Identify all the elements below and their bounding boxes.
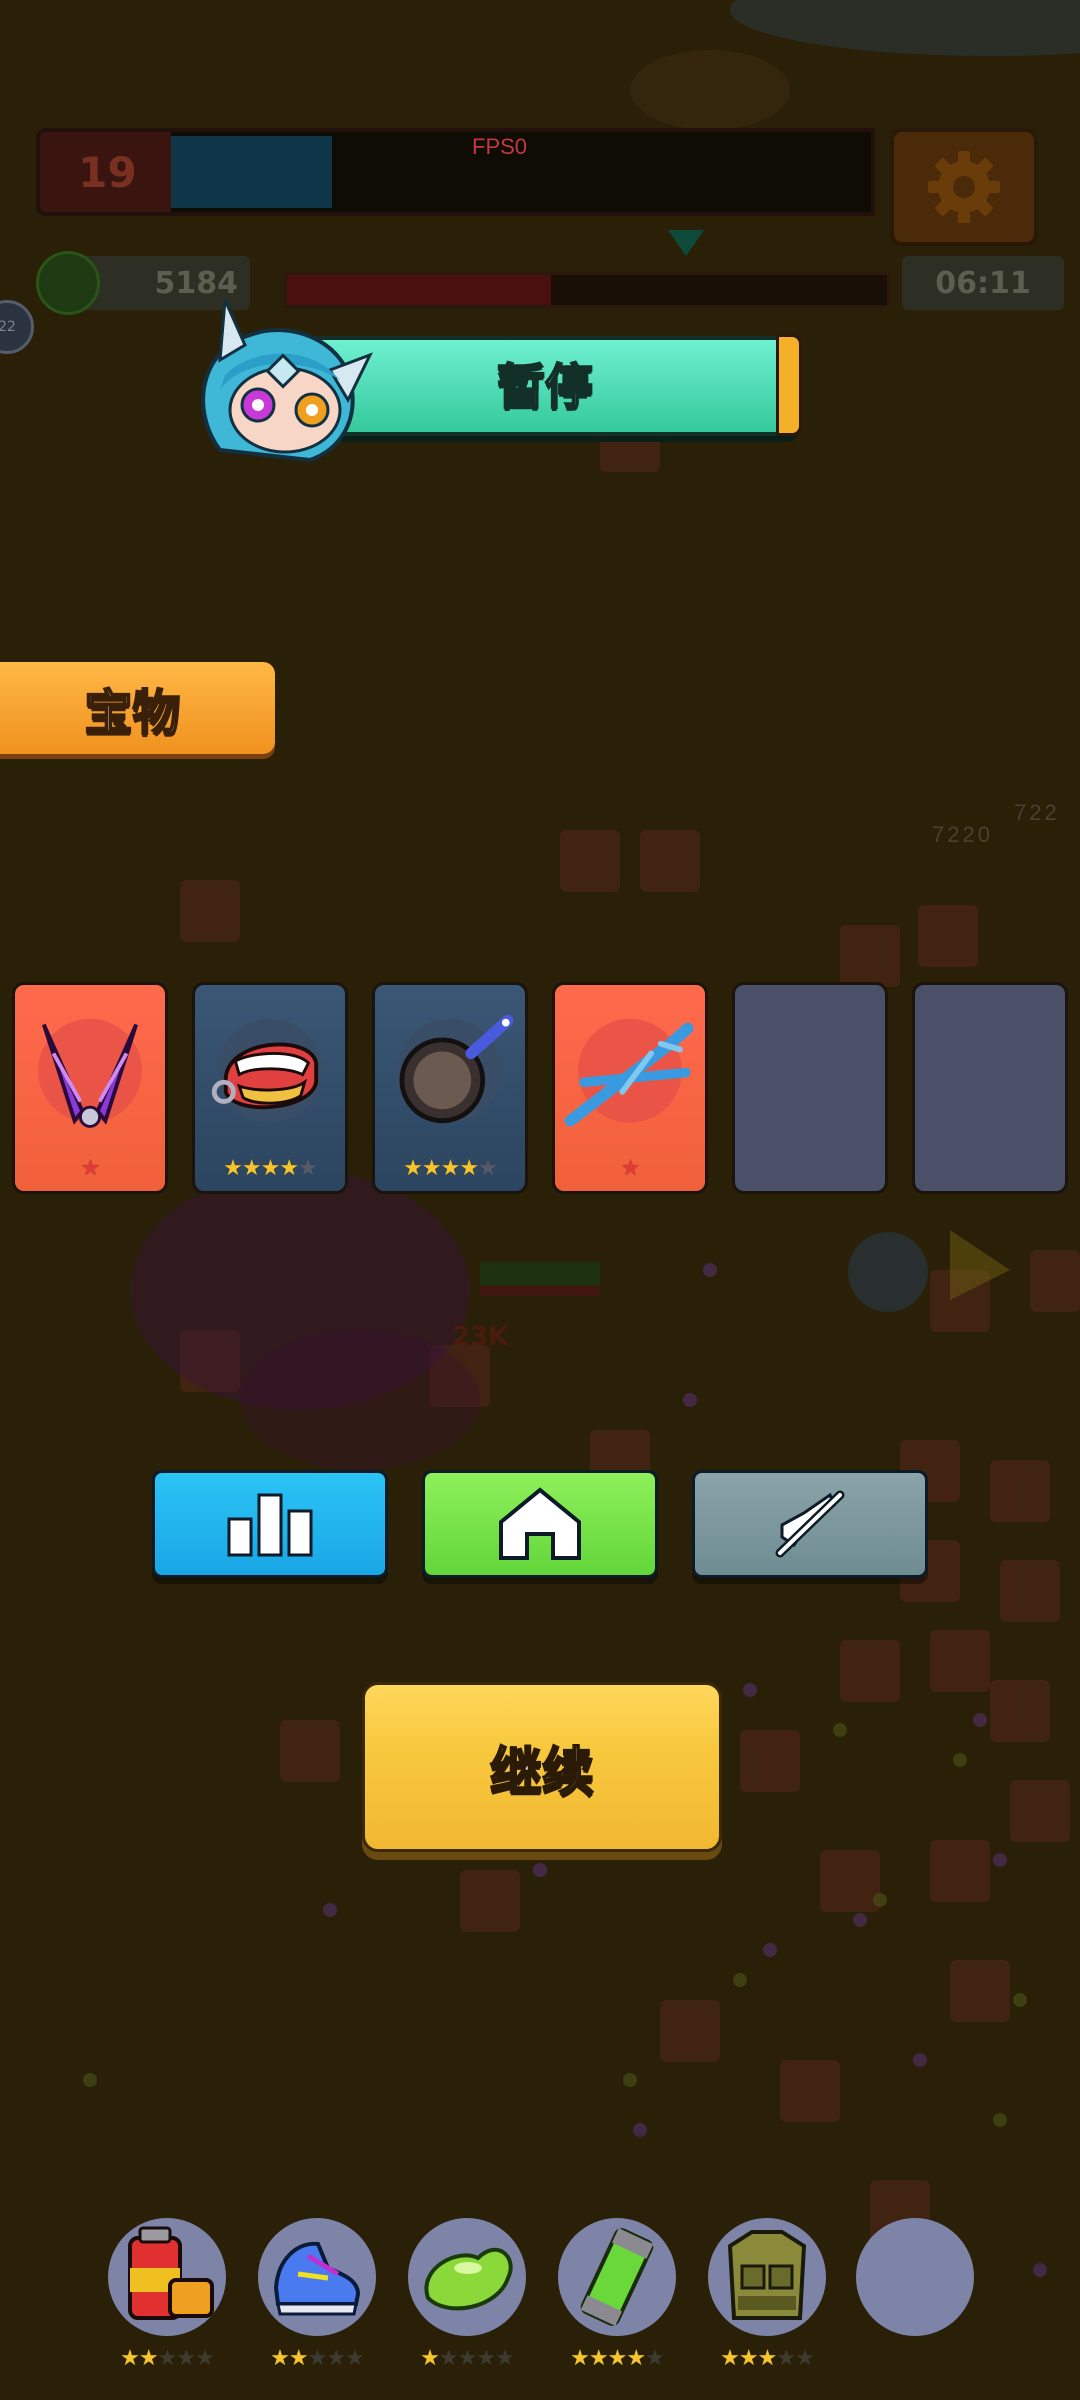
floating-damage: 23K (452, 1322, 509, 1352)
star-icon: ★ (223, 1156, 243, 1181)
muted-icon (775, 1490, 845, 1558)
star-icon: ★ (120, 2346, 140, 2371)
treasure-card[interactable]: ★ (552, 982, 708, 1194)
equipment-stars: ★★★★★ (102, 2346, 232, 2371)
star-icon: ★ (620, 1156, 641, 1181)
star-icon: ★ (738, 2346, 759, 2371)
star-icon: ★ (176, 2346, 196, 2371)
progress-marker-icon (668, 230, 704, 256)
star-icon: ★ (421, 1156, 442, 1181)
equipment-stars: ★★★★★ (252, 2346, 382, 2371)
star-icon: ★ (459, 1156, 479, 1181)
star-icon: ★ (626, 2346, 646, 2371)
home-icon (499, 1487, 581, 1560)
treasure-card[interactable]: ★ (12, 982, 168, 1194)
star-icon: ★ (478, 1156, 498, 1181)
star-icon: ★ (570, 2346, 590, 2371)
treasure-card[interactable]: ★★★★★ (372, 982, 528, 1194)
stats-button[interactable] (152, 1470, 388, 1578)
star-icon: ★ (326, 2346, 346, 2371)
star-icon: ★ (307, 2346, 328, 2371)
card-stars: ★★★★★ (375, 1156, 525, 1181)
card-stars: ★★★★★ (195, 1156, 345, 1181)
star-icon: ★ (279, 1156, 299, 1181)
continue-button[interactable]: 继续 (362, 1682, 722, 1852)
star-icon: ★ (607, 2346, 628, 2371)
empty-equipment-slot (856, 2218, 974, 2336)
tactical-vest-icon[interactable] (708, 2218, 826, 2336)
game-scene: 7220 722 23K 19 FPS0 5184 06:11 22 暂停 宝物… (0, 0, 1080, 2400)
star-icon: ★ (80, 1156, 101, 1181)
star-icon: ★ (260, 1156, 281, 1181)
star-icon: ★ (195, 2346, 215, 2371)
star-icon: ★ (138, 2346, 159, 2371)
star-icon: ★ (438, 2346, 459, 2371)
equipment-stars: ★★★★★ (552, 2346, 682, 2371)
mute-button[interactable] (692, 1470, 928, 1578)
star-icon: ★ (345, 2346, 365, 2371)
star-icon: ★ (403, 1156, 423, 1181)
sneaker-icon[interactable] (258, 2218, 376, 2336)
green-bean-icon[interactable] (408, 2218, 526, 2336)
settings-button[interactable] (890, 128, 1038, 246)
coin-icon (36, 251, 100, 315)
star-icon: ★ (757, 2346, 778, 2371)
star-icon: ★ (288, 2346, 309, 2371)
empty-card-slot (912, 982, 1068, 1194)
card-stars: ★ (555, 1156, 705, 1181)
empty-card-slot (732, 982, 888, 1194)
star-icon: ★ (440, 1156, 461, 1181)
xp-bar-fill (171, 136, 332, 208)
home-button[interactable] (422, 1470, 658, 1578)
bar-chart-icon (227, 1493, 313, 1557)
battery-capsule-icon[interactable] (558, 2218, 676, 2336)
star-icon: ★ (241, 1156, 262, 1181)
card-stars: ★ (15, 1156, 165, 1181)
star-icon: ★ (495, 2346, 515, 2371)
damage-number: 722 (1014, 800, 1060, 825)
star-icon: ★ (795, 2346, 815, 2371)
level-indicator: 19 (36, 128, 179, 216)
game-timer: 06:11 (902, 256, 1064, 310)
gear-icon (928, 151, 1000, 223)
star-icon: ★ (457, 2346, 478, 2371)
star-icon: ★ (776, 2346, 796, 2371)
hero-portrait-icon (201, 300, 374, 463)
fps-counter: FPS0 (472, 134, 528, 159)
star-icon: ★ (588, 2346, 609, 2371)
damage-number: 7220 (932, 822, 993, 847)
star-icon: ★ (476, 2346, 496, 2371)
star-icon: ★ (720, 2346, 740, 2371)
treasure-card[interactable]: ★★★★★ (192, 982, 348, 1194)
star-icon: ★ (420, 2346, 440, 2371)
equipment-stars: ★★★★★ (402, 2346, 532, 2371)
treasure-tab: 宝物 (0, 662, 275, 754)
star-icon: ★ (298, 1156, 318, 1181)
star-icon: ★ (157, 2346, 178, 2371)
fuel-canister-icon[interactable] (108, 2218, 226, 2336)
star-icon: ★ (645, 2346, 665, 2371)
star-icon: ★ (270, 2346, 290, 2371)
equipment-stars: ★★★★★ (702, 2346, 832, 2371)
